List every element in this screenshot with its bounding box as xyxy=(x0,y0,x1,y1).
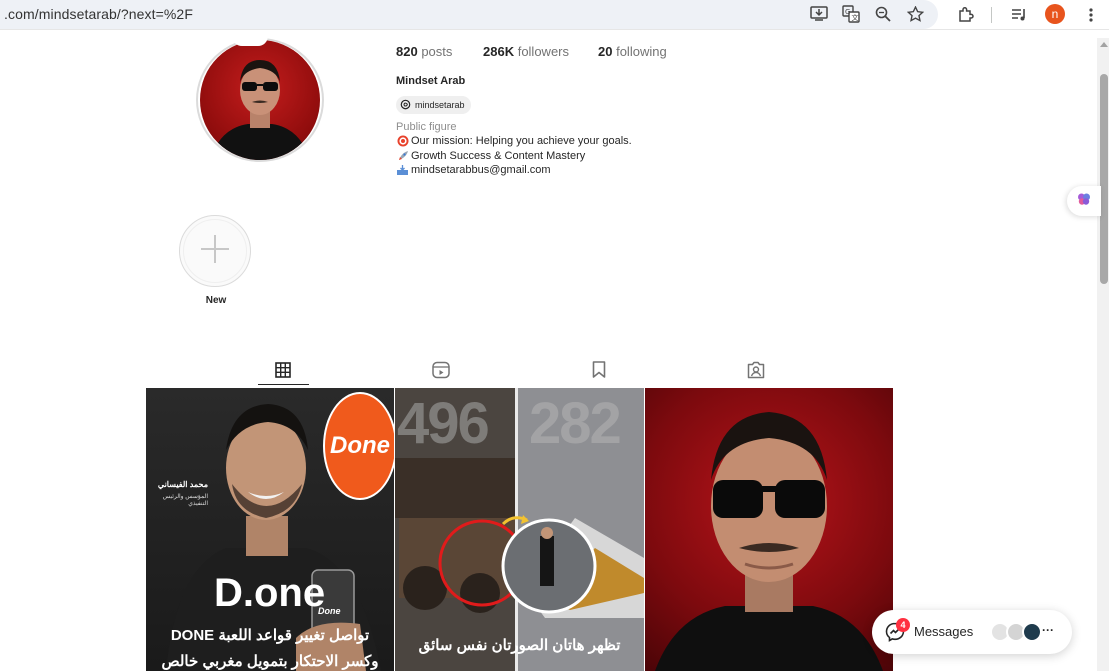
new-highlight-label[interactable]: New xyxy=(196,295,236,306)
tagged-user-icon xyxy=(747,361,765,384)
svg-text:G: G xyxy=(845,8,850,16)
inbox-icon xyxy=(396,164,409,176)
post-1-caption-line-1: تواصل تغيير قواعد اللعبة DONE xyxy=(170,627,370,644)
bio-text-2: Growth Success & Content Mastery xyxy=(411,150,586,162)
svg-text:文: 文 xyxy=(852,13,859,22)
more-conversations[interactable]: ··· xyxy=(1042,623,1054,637)
active-tab-indicator xyxy=(258,384,309,385)
tab-posts[interactable] xyxy=(258,358,308,386)
messages-label[interactable]: Messages xyxy=(914,624,973,639)
unread-messages-badge: 4 xyxy=(896,618,910,632)
profile-avatar-icon[interactable]: n xyxy=(1045,4,1065,24)
address-bar[interactable]: .com/mindsetarab/?next=%2F G文 xyxy=(0,0,938,29)
rocket-icon xyxy=(396,150,409,162)
threads-link[interactable]: mindsetarab xyxy=(396,96,471,114)
post-tile-3[interactable] xyxy=(645,388,893,671)
tab-tagged[interactable] xyxy=(731,358,781,386)
reels-icon xyxy=(432,361,450,384)
person-name: محمد الفيساني xyxy=(157,480,208,489)
scrollbar-thumb[interactable] xyxy=(1100,74,1108,284)
followers-count[interactable]: 286K xyxy=(483,44,514,59)
threads-handle[interactable]: mindsetarab xyxy=(415,100,465,110)
done-logo-badge: Done xyxy=(323,392,394,500)
bookmark-star-icon[interactable] xyxy=(905,4,925,24)
bookmark-icon xyxy=(592,361,606,383)
post-tile-1[interactable]: D.one Done محمد الفيساني المؤسس والرئيس … xyxy=(146,388,394,671)
done-logo-text: Done xyxy=(330,432,390,459)
zoom-icon[interactable] xyxy=(873,4,893,24)
bio-email[interactable]: mindsetarabbus@gmail.com xyxy=(411,164,551,176)
extensions-icon[interactable] xyxy=(955,4,977,26)
side-panel-button[interactable] xyxy=(1067,186,1101,216)
new-highlight-button[interactable] xyxy=(179,215,251,287)
new-highlight-inner[interactable] xyxy=(183,219,247,283)
followers-label[interactable]: followers xyxy=(518,44,569,59)
media-controls-icon[interactable] xyxy=(1008,4,1030,26)
menu-kebab-icon[interactable] xyxy=(1080,4,1102,26)
bio-text-1: Our mission: Helping you achieve your go… xyxy=(411,135,632,147)
bio-line-3: mindsetarabbus@gmail.com xyxy=(396,164,551,176)
tab-reels[interactable] xyxy=(416,358,466,386)
following-count[interactable]: 20 xyxy=(598,44,612,59)
posts-stat: 820 posts xyxy=(396,44,452,59)
note-bubble[interactable] xyxy=(232,34,268,46)
posts-count: 820 xyxy=(396,44,418,59)
post-2-number-left: 496 xyxy=(397,391,490,456)
followers-stat[interactable]: 286K followers xyxy=(483,44,569,59)
translate-icon[interactable]: G文 xyxy=(841,4,861,24)
bio-line-1: Our mission: Helping you achieve your go… xyxy=(396,135,632,147)
toolbar-separator xyxy=(991,7,992,23)
shirt-logo-text: D.one xyxy=(214,571,325,615)
plus-icon xyxy=(200,234,230,269)
message-avatar-3 xyxy=(1022,622,1042,642)
bio-line-2: Growth Success & Content Mastery xyxy=(396,150,585,162)
install-app-icon[interactable] xyxy=(809,4,829,24)
post-tile-2[interactable]: 496 282 تظهر هاتان الصورتان نفس سائق xyxy=(395,388,644,671)
threads-icon xyxy=(400,99,411,112)
post-1-caption-line-2: وكسر الاحتكار بتمويل مغربي خالص xyxy=(161,653,379,670)
profile-full-name: Mindset Arab xyxy=(396,75,466,87)
scroll-up-arrow-icon[interactable] xyxy=(1100,42,1108,47)
post-2-caption-line-1: تظهر هاتان الصورتان نفس سائق xyxy=(418,637,621,654)
following-label[interactable]: following xyxy=(616,44,667,59)
grid-icon xyxy=(275,361,291,383)
phone-logo: Done xyxy=(318,606,341,616)
following-stat[interactable]: 20 following xyxy=(598,44,667,59)
tab-saved[interactable] xyxy=(574,358,624,386)
target-icon xyxy=(396,135,409,147)
browser-toolbar: .com/mindsetarab/?next=%2F G文 n xyxy=(0,0,1109,30)
brain-icon xyxy=(1076,191,1092,212)
post-2-number-right: 282 xyxy=(529,391,622,456)
url-text[interactable]: .com/mindsetarab/?next=%2F xyxy=(4,6,193,22)
profile-category: Public figure xyxy=(396,121,457,133)
profile-picture[interactable] xyxy=(200,40,320,160)
messages-button[interactable]: 4 Messages ··· xyxy=(872,610,1072,654)
posts-label: posts xyxy=(421,44,453,59)
person-role: المؤسس والرئيس التنفيذي xyxy=(162,494,208,507)
